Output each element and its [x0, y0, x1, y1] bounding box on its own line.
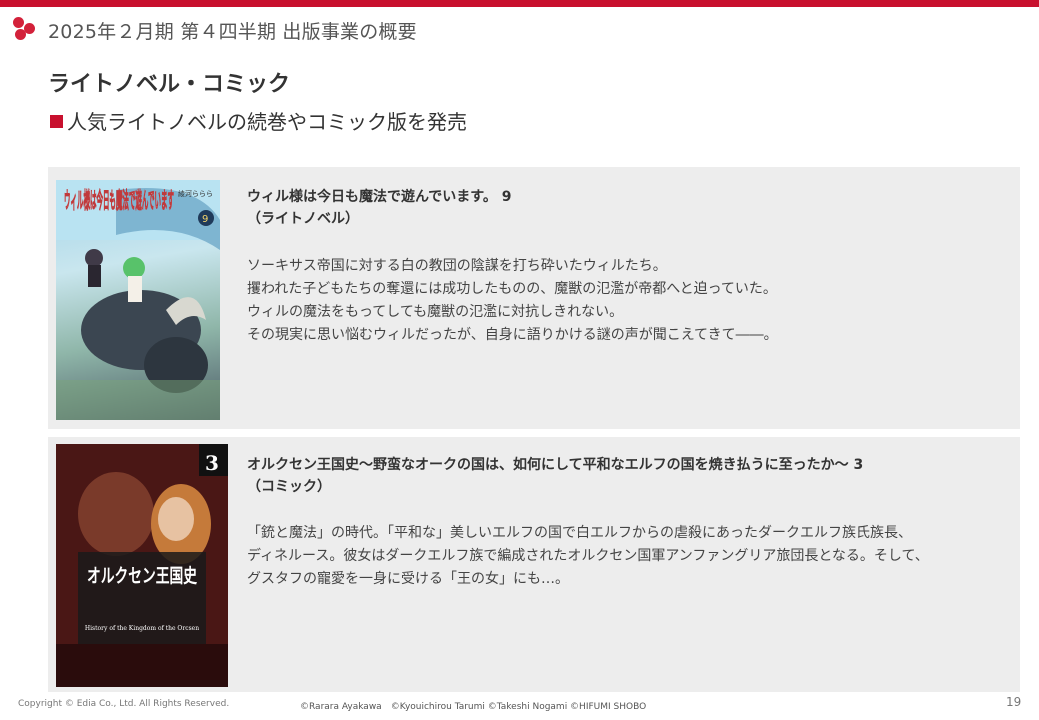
book-cover-image: ウィル様は今日も魔法で遊んでいます 綾河ららら 9 [56, 180, 220, 420]
footer-copyright: Copyright © Edia Co., Ltd. All Rights Re… [18, 699, 230, 709]
book-title-main: ウィル様は今日も魔法で遊んでいます。 9 [247, 189, 512, 205]
cover-illustration: 3 オルクセン王国史 History of the Kingdom of the… [56, 444, 228, 687]
book-card-light-novel: ウィル様は今日も魔法で遊んでいます 綾河ららら 9 ウィル様は今日も魔法で遊んで… [48, 167, 1020, 429]
cover-volume-text: 3 [205, 451, 219, 475]
cover-title-text: ウィル様は今日も魔法で遊んでいます [64, 188, 174, 214]
description-line: その現実に思い悩むウィルだったが、自身に語りかける謎の声が聞こえてきて――。 [247, 327, 778, 343]
cover-subtitle-text: History of the Kingdom of the Orcsen [85, 625, 199, 632]
footer-credits: ©Rarara Ayakawa ©Kyouichirou Tarumi ©Tak… [300, 702, 647, 712]
cover-title-text: オルクセン王国史 [87, 565, 198, 587]
book-title-genre: （コミック） [247, 479, 331, 495]
section-subtitle-text: 人気ライトノベルの続巻やコミック版を発売 [67, 110, 467, 134]
book-title: オルクセン王国史～野蛮なオークの国は、如何にして平和なエルフの国を焼き払うに至っ… [247, 454, 863, 498]
description-line: ソーキサス帝国に対する白の教団の陰謀を打ち砕いたウィルたち。 [247, 258, 667, 274]
description-line: 「銃と魔法」の時代。「平和な」美しいエルフの国で白エルフからの虐殺にあったダーク… [247, 525, 912, 541]
book-title: ウィル様は今日も魔法で遊んでいます。 9 （ライトノベル） [247, 186, 512, 230]
page-header-title: 2025年２月期 第４四半期 出版事業の概要 [48, 21, 417, 43]
cover-author-text: 綾河ららら [178, 189, 213, 198]
description-line: 攫われた子どもたちの奪還には成功したものの、魔獣の氾濫が帝都へと迫っていた。 [247, 281, 777, 297]
cover-volume-text: 9 [202, 214, 208, 225]
company-logo-icon [13, 17, 39, 43]
description-line: ディネルース。彼女はダークエルフ族で編成されたオルクセン国軍アンファングリア旅団… [247, 548, 929, 564]
book-cover-image: 3 オルクセン王国史 History of the Kingdom of the… [56, 444, 228, 687]
description-line: グスタフの寵愛を一身に受ける「王の女」にも…。 [247, 571, 569, 587]
book-description: ソーキサス帝国に対する白の教団の陰謀を打ち砕いたウィルたち。 攫われた子どもたち… [247, 255, 1027, 347]
top-accent-bar [0, 0, 1039, 7]
description-line: ウィルの魔法をもってしても魔獣の氾濫に対抗しきれない。 [247, 304, 624, 320]
page-number: 19 [1006, 695, 1022, 709]
cover-illustration: ウィル様は今日も魔法で遊んでいます 綾河ららら 9 [56, 180, 220, 420]
book-title-main: オルクセン王国史～野蛮なオークの国は、如何にして平和なエルフの国を焼き払うに至っ… [247, 457, 864, 473]
section-title: ライトノベル・コミック [48, 72, 291, 97]
book-description: 「銃と魔法」の時代。「平和な」美しいエルフの国で白エルフからの虐殺にあったダーク… [247, 522, 1027, 591]
book-title-genre: （ライトノベル） [247, 211, 359, 227]
bullet-square-icon [50, 115, 63, 128]
book-card-comic: 3 オルクセン王国史 History of the Kingdom of the… [48, 437, 1020, 692]
section-subtitle: 人気ライトノベルの続巻やコミック版を発売 [50, 106, 467, 135]
